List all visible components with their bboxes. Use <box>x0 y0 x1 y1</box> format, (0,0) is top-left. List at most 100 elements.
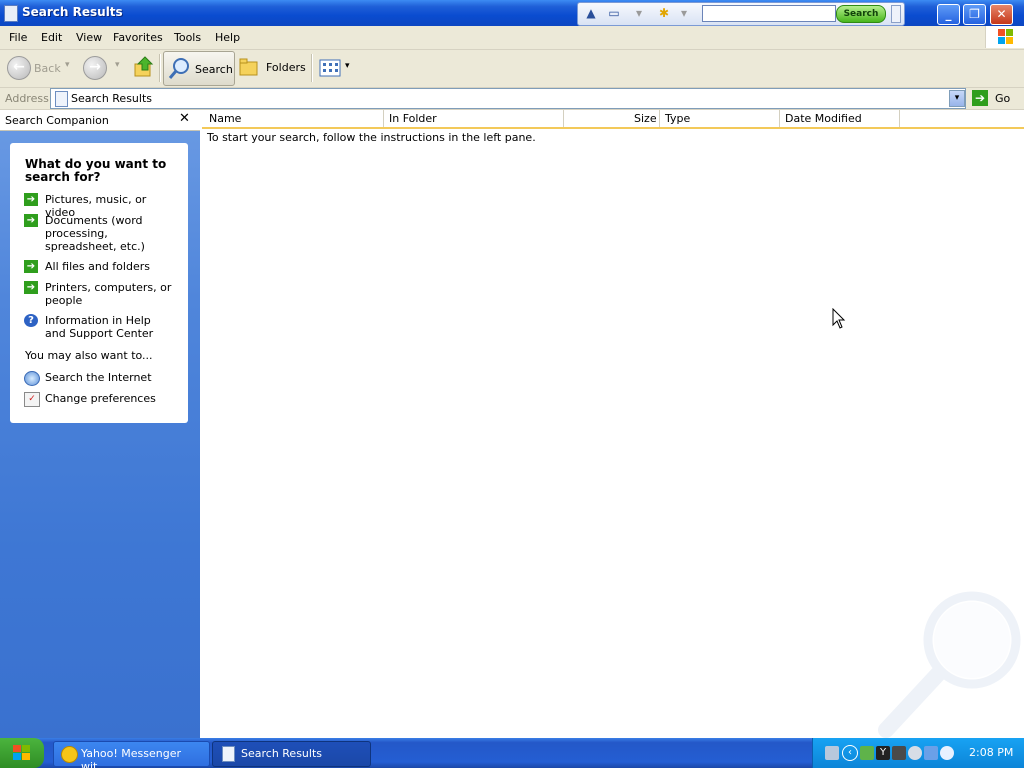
checker-icon[interactable] <box>892 746 906 760</box>
search-button[interactable]: Search <box>163 51 235 86</box>
green-arrow-icon: ➔ <box>24 193 38 206</box>
search-page-icon <box>222 746 235 762</box>
refresh-icon[interactable] <box>940 746 954 760</box>
option-label: Printers, computers, or people <box>45 281 172 307</box>
go-button[interactable]: ➔ Go <box>970 89 1022 108</box>
search-internet-label: Search the Internet <box>45 371 152 384</box>
search-options-card: What do you want to search for? ➔ Pictur… <box>10 143 188 423</box>
menu-file[interactable]: File <box>9 31 27 44</box>
address-bar: Address Search Results ▾ ➔ Go <box>0 88 1024 110</box>
views-button[interactable]: ▾ <box>319 59 353 79</box>
close-icon: ✕ <box>996 7 1007 21</box>
forward-button[interactable]: → <box>83 56 107 80</box>
column-name[interactable]: Name <box>209 112 241 126</box>
menu-bar: File Edit View Favorites Tools Help <box>0 26 1024 50</box>
go-label: Go <box>995 92 1011 105</box>
close-icon: ✕ <box>179 111 190 126</box>
show-hidden-icons-button[interactable]: ‹ <box>842 745 858 761</box>
help-icon: ? <box>24 314 38 327</box>
address-value: Search Results <box>71 92 153 105</box>
option-all-files-folders[interactable]: ➔ All files and folders <box>24 260 174 274</box>
folders-button[interactable]: Folders <box>239 57 306 80</box>
option-pictures-music-video[interactable]: ➔ Pictures, music, or video <box>24 193 174 219</box>
option-help-support-center[interactable]: ? Information in Help and Support Center <box>24 314 174 342</box>
results-pane[interactable]: Name In Folder Size Type Date Modified T… <box>202 110 1024 738</box>
taskbar-search-results[interactable]: Search Results <box>212 741 371 767</box>
star-app-icon[interactable] <box>924 746 938 760</box>
start-button[interactable] <box>0 738 44 768</box>
yahoo-search-button[interactable]: Search <box>836 5 886 23</box>
option-label: Documents (word processing, spreadsheet,… <box>45 214 145 253</box>
option-printers-computers-people[interactable]: ➔ Printers, computers, or people <box>24 281 174 309</box>
messenger-person-icon[interactable]: ✱ <box>656 6 672 20</box>
task-label: Search Results <box>241 747 323 760</box>
up-folder-button[interactable] <box>133 55 155 79</box>
search-companion-title: Search Companion <box>5 114 109 127</box>
option-label: Information in Help and Support Center <box>45 314 154 340</box>
yahoo-search-input[interactable] <box>702 5 836 22</box>
yahoo-toolbar: ▲ ▭ ▾ ✱ ▾ Search <box>577 2 905 26</box>
menu-view[interactable]: View <box>76 31 102 44</box>
back-button[interactable]: ← <box>7 56 31 80</box>
menu-favorites[interactable]: Favorites <box>113 31 163 44</box>
address-field[interactable]: Search Results ▾ <box>50 88 966 109</box>
search-label: Search <box>195 63 233 76</box>
menu-edit[interactable]: Edit <box>41 31 62 44</box>
minimize-button[interactable]: _ <box>937 4 960 25</box>
app-tray-icon[interactable] <box>860 746 874 760</box>
mouse-cursor-icon <box>832 307 846 333</box>
forward-arrow-icon: → <box>89 59 101 75</box>
menu-help[interactable]: Help <box>215 31 240 44</box>
column-type[interactable]: Type <box>665 112 690 126</box>
mountain-icon[interactable]: ▲ <box>583 6 599 20</box>
network-icon[interactable] <box>825 746 839 760</box>
search-companion-pane: Search Companion ✕ What do you want to s… <box>0 110 200 738</box>
search-page-icon <box>55 91 68 107</box>
column-headers: Name In Folder Size Type Date Modified <box>202 110 1024 129</box>
minus-circle-icon[interactable] <box>908 746 922 760</box>
go-arrow-icon: ➔ <box>972 90 988 106</box>
chevron-down-icon: ▾ <box>954 93 960 103</box>
chevron-down-icon[interactable]: ▾ <box>676 6 692 20</box>
forward-dropdown-icon[interactable]: ▾ <box>115 60 120 70</box>
column-in-folder[interactable]: In Folder <box>389 112 437 126</box>
search-internet-link[interactable]: Search the Internet <box>24 371 174 386</box>
standard-toolbar: ← Back ▾ → ▾ Search Folders ▾ <box>0 50 1024 88</box>
task-label: Yahoo! Messenger wit... <box>81 747 182 773</box>
window-title: Search Results <box>22 5 123 19</box>
column-size[interactable]: Size <box>634 112 657 126</box>
views-grid-icon <box>319 59 341 77</box>
windows-logo-icon <box>985 26 1024 48</box>
option-documents[interactable]: ➔ Documents (word processing, spreadshee… <box>24 214 174 254</box>
change-preferences-link[interactable]: ✓ Change preferences <box>24 392 174 407</box>
internet-search-icon <box>24 371 40 386</box>
printer-icon[interactable]: ▭ <box>606 6 622 20</box>
green-arrow-icon: ➔ <box>24 260 38 273</box>
taskbar-yahoo-messenger[interactable]: Yahoo! Messenger wit... <box>53 741 210 773</box>
close-button[interactable]: ✕ <box>990 4 1013 25</box>
close-pane-button[interactable]: ✕ <box>179 111 190 126</box>
back-label: Back <box>34 62 61 75</box>
chevron-down-icon[interactable]: ▾ <box>631 6 647 20</box>
address-dropdown-button[interactable]: ▾ <box>949 90 965 107</box>
green-arrow-icon: ➔ <box>24 281 38 294</box>
menu-tools[interactable]: Tools <box>174 31 201 44</box>
toolbar-grip-icon[interactable] <box>891 5 901 23</box>
results-empty-message: To start your search, follow the instruc… <box>207 131 536 144</box>
system-tray: ‹ Y 2:08 PM <box>812 738 1024 768</box>
title-bar[interactable]: Search Results ▲ ▭ ▾ ✱ ▾ Search _ ❐ ✕ <box>0 0 1024 26</box>
column-date-modified[interactable]: Date Modified <box>785 112 862 126</box>
also-want-heading: You may also want to... <box>25 349 153 362</box>
yahoo-y-icon[interactable]: Y <box>876 746 890 760</box>
smiley-icon <box>61 746 78 763</box>
up-folder-icon <box>134 56 154 77</box>
option-label: All files and folders <box>45 260 150 273</box>
restore-icon: ❐ <box>969 7 980 21</box>
back-arrow-icon: ← <box>13 59 25 75</box>
search-companion-header: Search Companion ✕ <box>0 110 200 131</box>
folders-icon <box>239 58 258 76</box>
back-dropdown-icon[interactable]: ▾ <box>65 60 70 70</box>
restore-button[interactable]: ❐ <box>963 4 986 25</box>
search-results-window-icon <box>4 5 18 22</box>
clock[interactable]: 2:08 PM <box>969 746 1013 759</box>
